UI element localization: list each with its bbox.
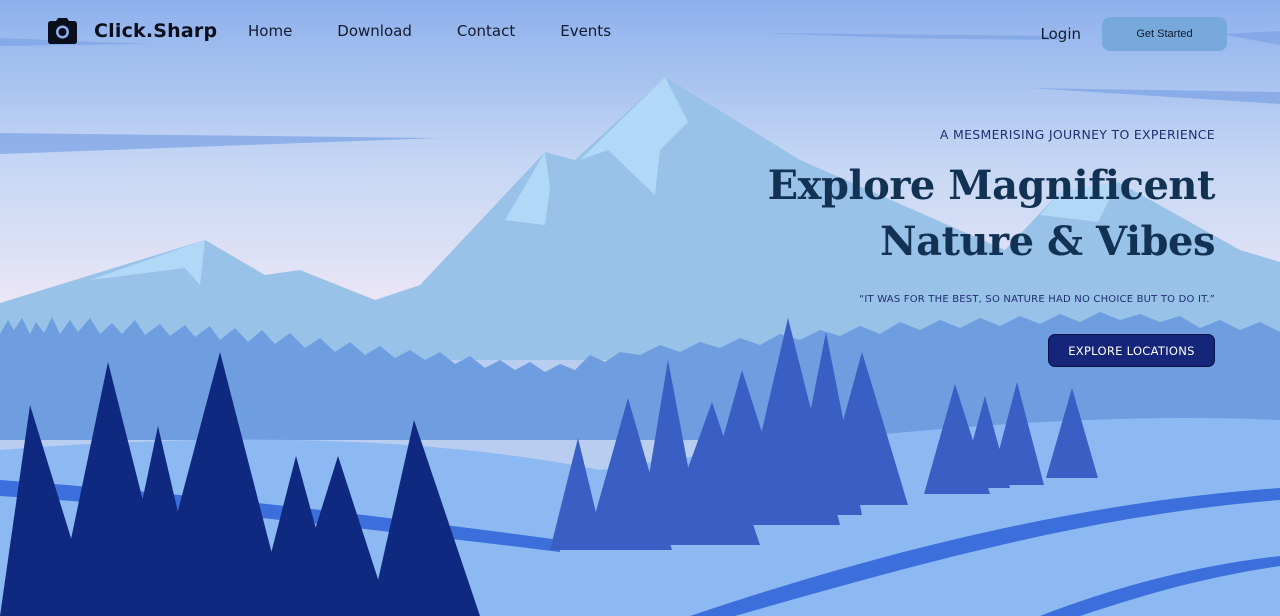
nav-link-home[interactable]: Home [248,22,292,40]
hero-eyebrow: A MESMERISING JOURNEY TO EXPERIENCE [939,127,1215,142]
hero-quote: “IT WAS FOR THE BEST, SO NATURE HAD NO C… [859,294,1215,305]
nav-actions: Login Get Started [1041,17,1227,51]
login-link[interactable]: Login [1041,25,1081,43]
hero-background-illustration [0,0,1280,616]
camera-icon [48,18,77,44]
main-nav: Home Download Contact Events [248,22,611,40]
nav-link-download[interactable]: Download [337,22,412,40]
hero-title-line-1: Explore Magnificent [767,162,1216,209]
top-navbar: Click.Sharp Home Download Contact Events… [0,0,1280,66]
get-started-button[interactable]: Get Started [1102,17,1227,51]
nav-link-contact[interactable]: Contact [457,22,515,40]
hero-text: A MESMERISING JOURNEY TO EXPERIENCE Expl… [575,127,1216,305]
hero-title: Explore Magnificent Nature & Vibes [575,158,1216,270]
brand-name: Click.Sharp [94,20,218,42]
nav-link-events[interactable]: Events [560,22,611,40]
brand-logo[interactable]: Click.Sharp [47,14,217,48]
hero-title-line-2: Nature & Vibes [880,218,1216,265]
explore-locations-button[interactable]: EXPLORE LOCATIONS [1048,334,1215,367]
